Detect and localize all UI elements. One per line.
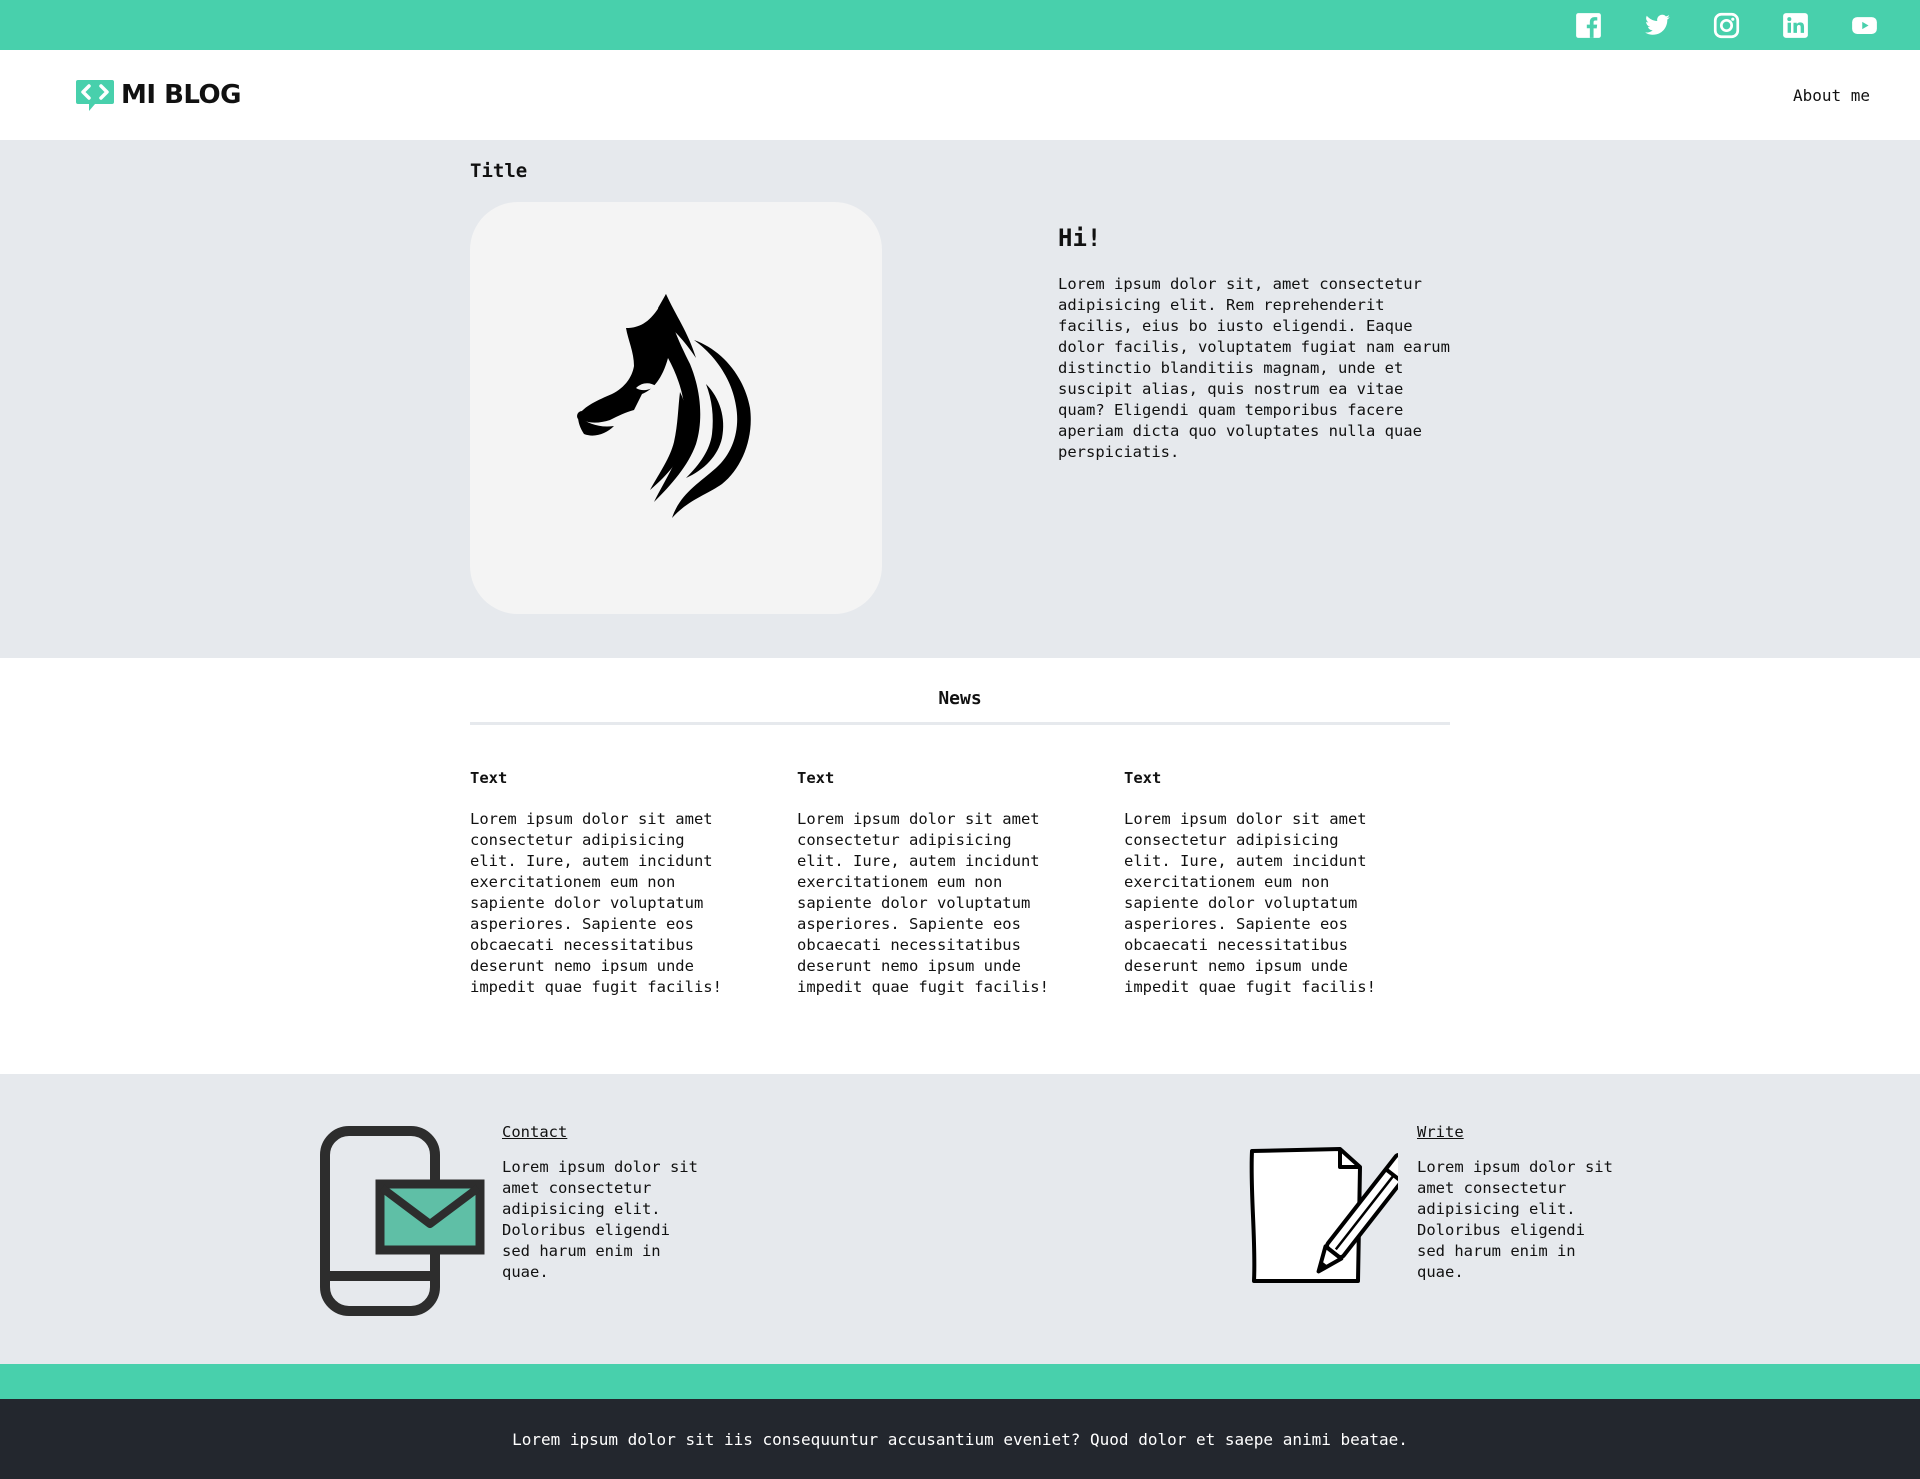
accent-band	[0, 1364, 1920, 1399]
write-block: Write Lorem ipsum dolor sit amet consect…	[1417, 1122, 1617, 1283]
hero-section: Title Hi! Lorem ipsum dolor sit, amet co…	[0, 140, 1920, 658]
twitter-icon[interactable]	[1644, 12, 1671, 39]
hero-title: Title	[470, 160, 528, 182]
footer: Lorem ipsum dolor sit iis consequuntur a…	[0, 1399, 1920, 1479]
news-item: Text Lorem ipsum dolor sit amet consecte…	[470, 769, 730, 998]
hero-heading: Hi!	[1058, 224, 1102, 252]
news-divider	[470, 722, 1450, 725]
site-logo[interactable]: MI BLOG	[75, 78, 242, 112]
youtube-icon[interactable]	[1851, 12, 1878, 39]
news-item-title: Text	[797, 769, 835, 787]
wolf-icon	[577, 294, 751, 518]
footer-text: Lorem ipsum dolor sit iis consequuntur a…	[512, 1429, 1408, 1449]
news-item: Text Lorem ipsum dolor sit amet consecte…	[797, 769, 1057, 998]
news-item-body: Lorem ipsum dolor sit amet consectetur a…	[470, 810, 722, 996]
facebook-icon[interactable]	[1575, 12, 1602, 39]
hero-body: Lorem ipsum dolor sit, amet consectetur …	[1058, 275, 1450, 461]
hero-image-card	[470, 202, 882, 614]
contact-link[interactable]: Contact	[502, 1123, 567, 1141]
news-item-title: Text	[1124, 769, 1162, 787]
news-item-title: Text	[470, 769, 508, 787]
contact-body: Lorem ipsum dolor sit amet consectetur a…	[502, 1158, 698, 1281]
news-item-body: Lorem ipsum dolor sit amet consectetur a…	[797, 810, 1049, 996]
contact-section: Contact Lorem ipsum dolor sit amet conse…	[0, 1074, 1920, 1364]
hero-text-block: Hi! Lorem ipsum dolor sit, amet consecte…	[1058, 224, 1458, 463]
write-link[interactable]: Write	[1417, 1123, 1464, 1141]
logo-icon	[76, 80, 114, 111]
social-bar	[0, 0, 1920, 50]
note-pencil-icon	[1249, 1147, 1398, 1283]
news-item: Text Lorem ipsum dolor sit amet consecte…	[1124, 769, 1384, 998]
logo-text: MI BLOG	[121, 80, 242, 110]
contact-block: Contact Lorem ipsum dolor sit amet conse…	[502, 1122, 702, 1283]
news-section: News Text Lorem ipsum dolor sit amet con…	[0, 658, 1920, 1074]
news-title: News	[938, 688, 982, 709]
write-body: Lorem ipsum dolor sit amet consectetur a…	[1417, 1158, 1613, 1281]
linkedin-icon[interactable]	[1782, 12, 1809, 39]
instagram-icon[interactable]	[1713, 12, 1740, 39]
phone-mail-icon	[320, 1126, 485, 1316]
news-item-body: Lorem ipsum dolor sit amet consectetur a…	[1124, 810, 1376, 996]
navbar: MI BLOG About me	[0, 50, 1920, 140]
nav-link-about-me[interactable]: About me	[1793, 86, 1870, 105]
